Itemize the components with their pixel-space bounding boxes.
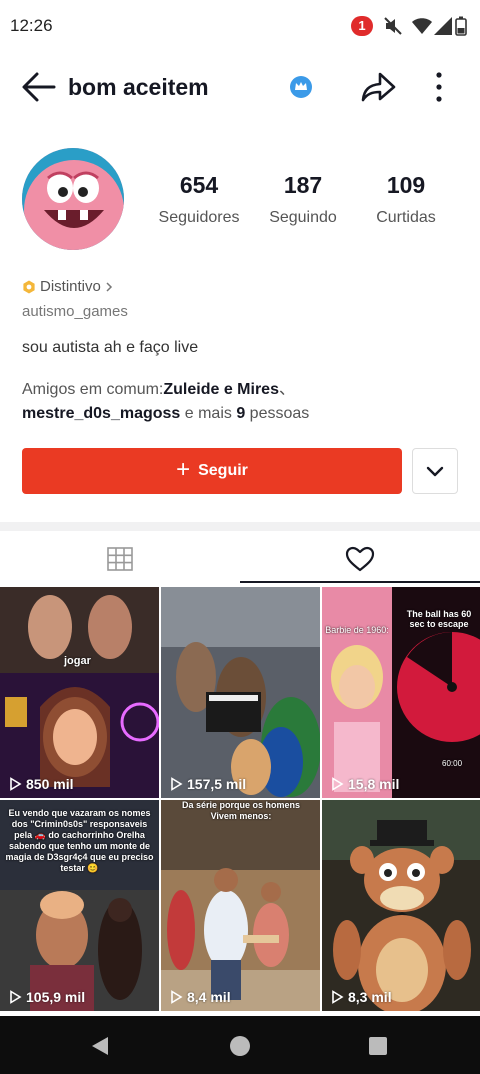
grid-icon bbox=[107, 547, 133, 571]
video-caption: jogar bbox=[64, 655, 91, 667]
username: autismo_games bbox=[22, 303, 128, 320]
view-count-text: 105,9 mil bbox=[26, 989, 86, 1005]
following-count: 187 bbox=[283, 172, 323, 198]
play-icon bbox=[10, 777, 22, 791]
video-thumbnail[interactable]: Eu vendo que vazaram os nomes dos "Crimi… bbox=[0, 800, 159, 1011]
follow-label: Seguir bbox=[198, 462, 248, 479]
view-count-text: 15,8 mil bbox=[348, 776, 400, 792]
view-count-text: 8,3 mil bbox=[348, 989, 392, 1005]
heart-icon bbox=[345, 546, 375, 572]
nav-recents-icon[interactable] bbox=[368, 1036, 388, 1056]
nav-back-icon[interactable] bbox=[88, 1035, 112, 1057]
friend-name-1: Zuleide e Mires bbox=[163, 381, 279, 398]
friends-suffix: pessoas bbox=[245, 405, 310, 422]
bio: sou autista ah e faço live bbox=[22, 339, 199, 356]
view-count: 8,3 mil bbox=[330, 989, 392, 1005]
section-divider bbox=[0, 522, 480, 531]
video-thumbnail[interactable]: The ball has 60 sec to escape Barbie de … bbox=[322, 587, 480, 798]
view-count-text: 850 mil bbox=[26, 776, 74, 792]
badge-hexagon-icon bbox=[23, 280, 35, 293]
suggestions-dropdown-button[interactable] bbox=[412, 448, 458, 494]
system-nav-bar bbox=[0, 1016, 480, 1074]
view-count: 157,5 mil bbox=[169, 776, 246, 792]
view-count: 850 mil bbox=[8, 776, 73, 792]
play-icon bbox=[332, 777, 344, 791]
play-icon bbox=[10, 990, 22, 1004]
status-time: 12:26 bbox=[10, 16, 53, 35]
profile-header: bom aceitem bbox=[0, 60, 480, 116]
signal-icon bbox=[434, 17, 452, 35]
friends-count: 9 bbox=[236, 405, 246, 422]
video-caption-secondary: Barbie de 1960: bbox=[325, 625, 389, 635]
video-timer-text: 60:00 bbox=[442, 759, 463, 768]
likes-label: Curtidas bbox=[376, 209, 436, 226]
follow-button[interactable]: + Seguir bbox=[22, 448, 402, 494]
status-bar: 12:26 1 bbox=[0, 0, 480, 52]
video-caption: Eu vendo que vazaram os nomes dos "Crimi… bbox=[5, 808, 154, 873]
avatar[interactable] bbox=[22, 148, 124, 250]
friend-name-2: mestre_d0s_magoss bbox=[22, 405, 181, 422]
play-icon bbox=[171, 777, 183, 791]
view-count-text: 157,5 mil bbox=[187, 776, 247, 792]
video-caption: The ball has 60 sec to escape bbox=[406, 609, 472, 629]
video-thumbnail[interactable]: 157,5 mil bbox=[161, 587, 320, 798]
mute-icon bbox=[384, 17, 402, 35]
video-thumbnail[interactable]: jogar 850 mil bbox=[0, 587, 159, 798]
active-tab-indicator bbox=[240, 581, 480, 583]
following-label: Seguindo bbox=[269, 209, 337, 226]
video-thumbnail[interactable]: Da série porque os homens Vivem menos: 8… bbox=[161, 800, 320, 1011]
friends-mid: e mais bbox=[180, 405, 237, 422]
plus-icon: + bbox=[176, 456, 191, 483]
stat-followers[interactable]: 654 Seguidores bbox=[144, 172, 254, 227]
friends-separator: 、 bbox=[278, 381, 295, 398]
likes-count: 109 bbox=[386, 172, 426, 198]
back-arrow-icon[interactable] bbox=[20, 70, 58, 104]
play-icon bbox=[171, 990, 183, 1004]
video-caption: Da série porque os homens Vivem menos: bbox=[181, 800, 301, 821]
view-count: 105,9 mil bbox=[8, 989, 85, 1005]
stat-likes[interactable]: 109 Curtidas bbox=[351, 172, 461, 227]
mutual-friends[interactable]: Amigos em comum:Zuleide e Mires、 mestre_d… bbox=[22, 378, 462, 426]
chevron-right-icon bbox=[106, 281, 112, 292]
play-icon bbox=[332, 990, 344, 1004]
profile-name: bom aceitem bbox=[68, 74, 209, 100]
followers-count: 654 bbox=[179, 172, 219, 198]
tab-liked[interactable] bbox=[240, 532, 480, 584]
notification-badge: 1 bbox=[351, 16, 373, 36]
friends-prefix: Amigos em comum: bbox=[22, 381, 164, 398]
crown-badge-icon[interactable] bbox=[289, 75, 313, 99]
view-count-text: 8,4 mil bbox=[187, 989, 231, 1005]
chevron-down-icon bbox=[426, 466, 444, 477]
badge-link[interactable]: Distintivo bbox=[22, 278, 115, 295]
tab-videos[interactable] bbox=[0, 532, 240, 584]
nav-home-icon[interactable] bbox=[229, 1035, 251, 1057]
stat-following[interactable]: 187 Seguindo bbox=[248, 172, 358, 227]
more-options-icon[interactable] bbox=[428, 70, 450, 104]
wifi-icon bbox=[412, 18, 432, 34]
video-thumbnail[interactable]: 8,3 mil bbox=[322, 800, 480, 1011]
view-count: 8,4 mil bbox=[169, 989, 231, 1005]
battery-icon bbox=[455, 16, 467, 36]
share-icon[interactable] bbox=[360, 68, 398, 106]
followers-label: Seguidores bbox=[158, 209, 240, 226]
badge-label: Distintivo bbox=[40, 278, 101, 295]
view-count: 15,8 mil bbox=[330, 776, 399, 792]
